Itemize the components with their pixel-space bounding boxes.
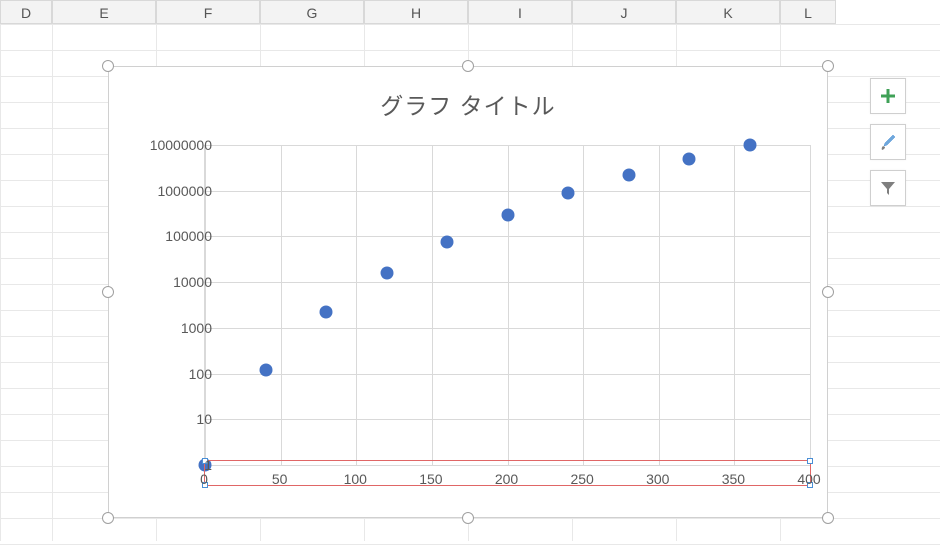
y-tick-label: 10 xyxy=(122,411,212,427)
selection-handle[interactable] xyxy=(102,60,114,72)
plus-icon xyxy=(878,86,898,106)
x-tick-label: 400 xyxy=(789,471,829,487)
chart-title[interactable]: グラフ タイトル xyxy=(109,87,827,121)
column-header[interactable]: G xyxy=(260,0,364,24)
y-tick-label: 10000000 xyxy=(122,137,212,153)
x-tick-label: 300 xyxy=(638,471,678,487)
selection-handle[interactable] xyxy=(102,512,114,524)
selection-handle[interactable] xyxy=(462,512,474,524)
data-point[interactable] xyxy=(259,363,272,376)
data-point[interactable] xyxy=(320,306,333,319)
y-tick-label: 1000000 xyxy=(122,183,212,199)
column-header[interactable]: D xyxy=(0,0,52,24)
x-tick-label: 0 xyxy=(184,471,224,487)
plot-area[interactable] xyxy=(204,145,810,465)
selection-handle[interactable] xyxy=(822,60,834,72)
chart-elements-button[interactable] xyxy=(870,78,906,114)
y-tick-label: 10000 xyxy=(122,274,212,290)
x-tick-label: 100 xyxy=(335,471,375,487)
chart-styles-button[interactable] xyxy=(870,124,906,160)
x-tick-label: 200 xyxy=(487,471,527,487)
data-point[interactable] xyxy=(501,208,514,221)
selection-handle[interactable] xyxy=(102,286,114,298)
x-tick-label: 150 xyxy=(411,471,451,487)
column-header[interactable]: K xyxy=(676,0,780,24)
data-point[interactable] xyxy=(562,186,575,199)
column-header[interactable]: H xyxy=(364,0,468,24)
column-header[interactable]: L xyxy=(780,0,836,24)
column-header[interactable]: F xyxy=(156,0,260,24)
x-tick-label: 50 xyxy=(260,471,300,487)
column-header[interactable]: E xyxy=(52,0,156,24)
selection-handle[interactable] xyxy=(822,512,834,524)
data-point[interactable] xyxy=(683,152,696,165)
chart-object[interactable]: グラフ タイトル 1101001000100001000001000000100… xyxy=(108,66,828,518)
data-point[interactable] xyxy=(380,266,393,279)
y-tick-label: 100 xyxy=(122,366,212,382)
brush-icon xyxy=(878,132,898,152)
data-point[interactable] xyxy=(441,236,454,249)
data-point[interactable] xyxy=(622,169,635,182)
selection-handle[interactable] xyxy=(822,286,834,298)
selection-handle[interactable] xyxy=(462,60,474,72)
column-header[interactable]: I xyxy=(468,0,572,24)
x-tick-label: 250 xyxy=(562,471,602,487)
column-header[interactable]: J xyxy=(572,0,676,24)
funnel-icon xyxy=(878,178,898,198)
data-point[interactable] xyxy=(743,139,756,152)
y-tick-label: 100000 xyxy=(122,228,212,244)
y-tick-label: 1000 xyxy=(122,320,212,336)
x-tick-label: 350 xyxy=(713,471,753,487)
chart-filter-button[interactable] xyxy=(870,170,906,206)
